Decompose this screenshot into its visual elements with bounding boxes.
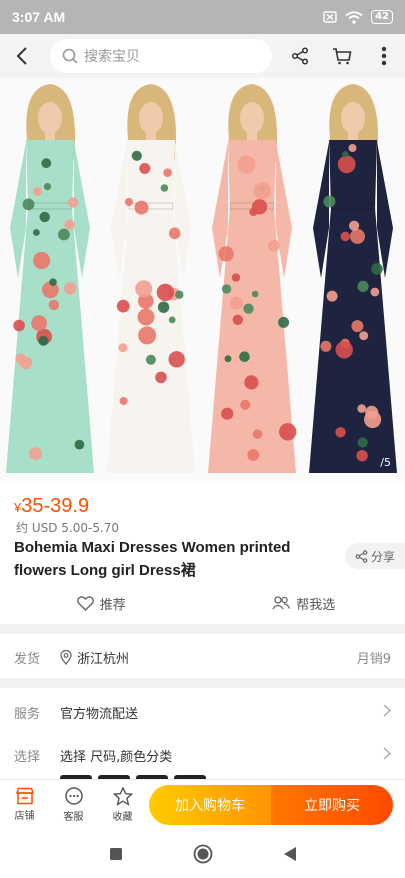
share-top-button[interactable] (279, 34, 321, 78)
favorite-button[interactable]: 收藏 (98, 786, 147, 823)
select-row[interactable]: 选择 选择 尺码,颜色分类 (0, 735, 405, 775)
chevron-left-icon (16, 47, 27, 65)
image-page-indicator: /5 (380, 456, 391, 469)
wifi-icon (345, 10, 363, 24)
status-time: 3:07 AM (12, 9, 66, 25)
favorite-label: 收藏 (112, 811, 133, 823)
shipping-location: 浙江杭州 (60, 648, 129, 667)
shipping-label: 发货 (14, 651, 41, 667)
product-image-gallery[interactable] (0, 78, 405, 483)
recommend-button[interactable]: 推荐 (0, 590, 203, 616)
chat-icon (64, 786, 83, 805)
divider (0, 678, 405, 688)
select-label: 选择 (14, 749, 41, 765)
customer-service-label: 客服 (63, 811, 84, 823)
share-button[interactable]: 分享 (345, 543, 405, 569)
battery-icon: 42 (371, 10, 393, 24)
cart-icon (333, 48, 352, 65)
actions-row: 推荐 帮我选 (0, 590, 405, 616)
price-value: 35-39.9 (21, 495, 90, 517)
location-pin-icon (60, 649, 72, 665)
top-bar: 搜索宝贝 (0, 34, 405, 78)
share-icon (355, 549, 368, 563)
chevron-right-icon (383, 703, 392, 721)
product-image (0, 78, 405, 483)
people-icon (272, 596, 291, 610)
recommend-label: 推荐 (99, 597, 126, 613)
shipping-location-text: 浙江杭州 (77, 651, 130, 667)
bottom-action-bar: 店铺 客服 收藏 加入购物车 立即购买 (0, 779, 405, 829)
store-icon (15, 787, 34, 805)
top-actions (279, 34, 405, 78)
customer-service-button[interactable]: 客服 (49, 786, 98, 823)
status-bar: 3:07 AM 42 (0, 0, 405, 34)
add-to-cart-button[interactable]: 加入购物车 (149, 785, 271, 825)
help-choose-label: 帮我选 (296, 597, 336, 613)
more-vertical-icon (381, 46, 387, 66)
star-icon (112, 786, 133, 806)
search-icon (62, 48, 78, 64)
help-choose-button[interactable]: 帮我选 (203, 590, 405, 616)
divider (0, 624, 405, 634)
select-value: 选择 尺码,颜色分类 (60, 749, 173, 765)
heart-icon (76, 595, 94, 611)
back-button[interactable] (0, 34, 44, 78)
chevron-right-icon (383, 746, 392, 764)
search-placeholder: 搜索宝贝 (84, 49, 140, 65)
system-nav-bar (0, 829, 405, 878)
service-label: 服务 (14, 706, 41, 722)
home-icon[interactable] (193, 844, 213, 864)
service-value: 官方物流配送 (60, 706, 139, 722)
service-row[interactable]: 服务 官方物流配送 (0, 692, 405, 732)
monthly-sales: 月销9 (356, 651, 391, 667)
back-nav-icon[interactable] (283, 846, 297, 862)
more-button[interactable] (363, 34, 405, 78)
store-label: 店铺 (14, 811, 35, 822)
share-icon (291, 47, 309, 65)
sim-icon (323, 11, 337, 23)
price: ¥35-39.9 (14, 495, 391, 518)
share-label: 分享 (370, 549, 395, 564)
cart-top-button[interactable] (321, 34, 363, 78)
status-icons: 42 (323, 10, 393, 24)
search-input[interactable]: 搜索宝贝 (50, 39, 272, 73)
recents-icon[interactable] (109, 847, 123, 861)
product-title: Bohemia Maxi Dresses Women printed flowe… (14, 539, 291, 579)
shipping-row: 发货 浙江杭州 月销9 (0, 637, 405, 677)
usd-price: 约 USD 5.00-5.70 (16, 521, 120, 535)
buy-now-button[interactable]: 立即购买 (271, 785, 393, 825)
store-button[interactable]: 店铺 (0, 787, 49, 822)
price-area: ¥35-39.9 约 USD 5.00-5.70 (0, 483, 405, 536)
